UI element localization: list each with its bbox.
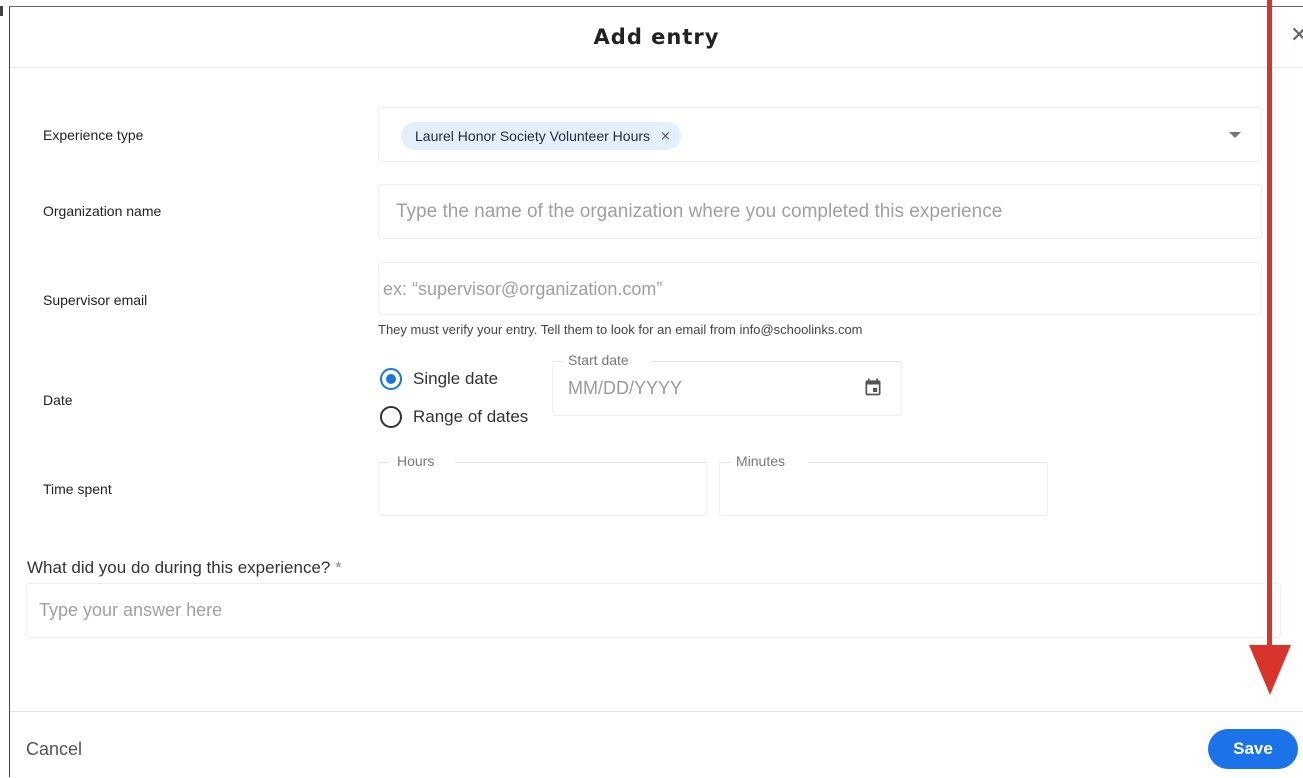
modal-footer: Cancel Save bbox=[10, 711, 1303, 778]
minutes-input[interactable] bbox=[719, 462, 1048, 516]
corner-mark bbox=[0, 6, 3, 16]
minutes-outline bbox=[808, 462, 1048, 463]
modal-left-border bbox=[9, 6, 10, 777]
answer-placeholder: Type your answer here bbox=[39, 600, 223, 620]
range-of-dates-label[interactable]: Range of dates bbox=[413, 407, 528, 427]
start-date-outline bbox=[650, 361, 902, 362]
save-button[interactable]: Save bbox=[1208, 729, 1298, 769]
start-date-outline bbox=[552, 361, 564, 362]
answer-input[interactable]: Type your answer here bbox=[26, 583, 1281, 638]
time-spent-label: Time spent bbox=[43, 481, 112, 497]
hours-input[interactable] bbox=[378, 462, 707, 516]
modal-header: Add entry ✕ bbox=[10, 7, 1303, 68]
chip-label: Laurel Honor Society Volunteer Hours bbox=[415, 128, 651, 144]
cancel-button[interactable]: Cancel bbox=[26, 739, 82, 760]
supervisor-email-placeholder: ex: “supervisor@organization.com” bbox=[383, 279, 663, 299]
chevron-down-icon[interactable] bbox=[1229, 132, 1241, 138]
page: Add entry ✕ Experience type Laurel Honor… bbox=[0, 0, 1303, 777]
organization-name-label: Organization name bbox=[43, 203, 162, 219]
single-date-label[interactable]: Single date bbox=[413, 369, 498, 389]
question-text: What did you do during this experience? bbox=[27, 558, 331, 577]
range-of-dates-radio[interactable] bbox=[380, 406, 402, 428]
organization-name-input[interactable]: Type the name of the organization where … bbox=[378, 184, 1262, 239]
date-label: Date bbox=[43, 392, 73, 408]
experience-type-label: Experience type bbox=[43, 127, 144, 143]
chip-remove-icon[interactable]: × bbox=[660, 129, 671, 144]
supervisor-email-helper: They must verify your entry. Tell them t… bbox=[378, 322, 863, 337]
experience-type-select[interactable]: Laurel Honor Society Volunteer Hours × bbox=[378, 107, 1262, 162]
hours-outline bbox=[378, 462, 390, 463]
calendar-icon[interactable] bbox=[863, 377, 883, 397]
start-date-input[interactable]: MM/DD/YYYY bbox=[552, 361, 902, 416]
minutes-label: Minutes bbox=[732, 453, 790, 469]
start-date-label: Start date bbox=[564, 352, 633, 368]
experience-type-chip: Laurel Honor Society Volunteer Hours × bbox=[401, 122, 681, 150]
hours-label: Hours bbox=[393, 453, 439, 469]
start-date-placeholder: MM/DD/YYYY bbox=[568, 378, 683, 398]
supervisor-email-label: Supervisor email bbox=[43, 292, 148, 308]
single-date-radio[interactable] bbox=[380, 368, 402, 390]
close-icon[interactable]: ✕ bbox=[1290, 23, 1303, 48]
minutes-outline bbox=[719, 462, 731, 463]
hours-outline bbox=[455, 462, 707, 463]
modal-title: Add entry bbox=[593, 25, 720, 49]
required-mark: * bbox=[335, 558, 342, 577]
annotation-arrow-head bbox=[1249, 645, 1291, 695]
annotation-arrow-shaft bbox=[1267, 0, 1272, 650]
supervisor-email-input[interactable]: ex: “supervisor@organization.com” bbox=[378, 262, 1262, 315]
organization-name-placeholder: Type the name of the organization where … bbox=[396, 201, 1003, 222]
question-label: What did you do during this experience? … bbox=[27, 558, 342, 578]
